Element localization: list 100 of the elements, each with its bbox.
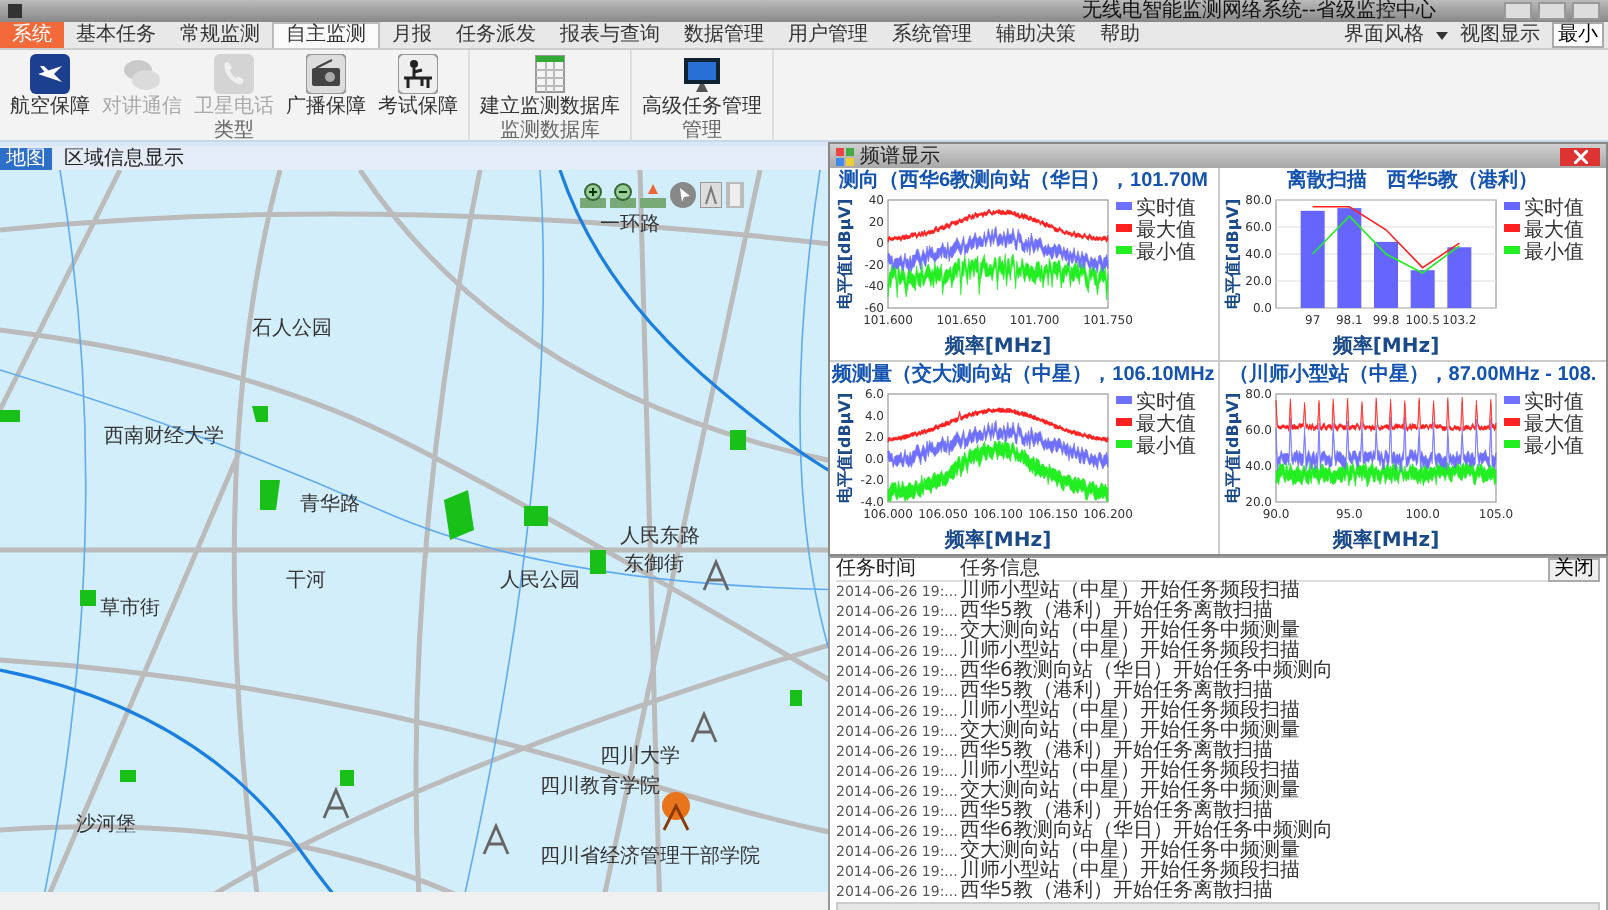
table-cell: 川师小型站（中星）开始任务频段扫描	[960, 862, 1300, 882]
antenna-tower-icon	[482, 822, 510, 856]
axis-title: 频率[MHz]	[944, 336, 1051, 358]
map-label: 草市街	[100, 598, 160, 620]
table-cell: 西华5教（港利）开始任务离散扫描	[960, 682, 1273, 702]
zoom-in-icon[interactable]	[580, 182, 606, 208]
park-area	[260, 480, 280, 510]
door-icon[interactable]	[726, 182, 744, 208]
legend-label: 最大值	[1524, 220, 1585, 242]
ribbon-tab[interactable]: 任务派发	[444, 22, 548, 48]
park-area	[120, 770, 136, 782]
maximize-button[interactable]	[1538, 2, 1566, 20]
tower-icon[interactable]	[700, 182, 722, 208]
ribbon-button[interactable]: 建立监测数据库	[476, 52, 624, 120]
table-cell: 交大测向站（中星）开始任务中频测量	[960, 782, 1300, 802]
table-cell: 西华5教（港利）开始任务离散扫描	[960, 602, 1273, 622]
style-menu[interactable]: 界面风格	[1340, 24, 1428, 46]
axis-title: 频率[MHz]	[1333, 336, 1440, 358]
ribbon-button[interactable]: 广播保障	[282, 52, 370, 120]
legend-label: 最大值	[1135, 220, 1196, 242]
ribbon-group-label: 管理	[682, 120, 722, 142]
park-area	[0, 410, 20, 422]
ribbon-button[interactable]: 考试保障	[374, 52, 462, 120]
ribbon-tab[interactable]: 数据管理	[672, 22, 776, 48]
ribbon-tab[interactable]: 系统管理	[880, 22, 984, 48]
zoom-out-icon[interactable]	[610, 182, 636, 208]
monitor-icon	[682, 54, 722, 94]
map-label: 青华路	[300, 494, 360, 516]
map-label: 人民东路	[620, 526, 700, 548]
antenna-tower-icon	[322, 786, 350, 820]
legend-label: 最小值	[1135, 242, 1196, 264]
table-cell: 交大测向站（中星）开始任务中频测量	[960, 622, 1300, 642]
chat-bubble-icon	[122, 54, 162, 94]
chart-title: 离散扫描 西华5教（港利）	[1286, 168, 1539, 194]
map-label: 四川大学	[600, 746, 680, 768]
table-cell: 西华5教（港利）开始任务离散扫描	[960, 882, 1273, 902]
ribbon-tab[interactable]: 辅助决策	[984, 22, 1088, 48]
map-label: 西南财经大学	[104, 426, 224, 448]
close-icon	[1573, 149, 1587, 163]
ribbon-tab[interactable]: 用户管理	[776, 22, 880, 48]
column-header: 任务信息	[960, 559, 1040, 579]
close-button[interactable]	[1560, 147, 1600, 165]
pointer-icon[interactable]	[670, 182, 696, 208]
legend-label: 实时值	[1524, 392, 1585, 414]
map-tab[interactable]: 地图	[0, 147, 52, 169]
minimize-ribbon-button[interactable]: 最小	[1552, 22, 1604, 48]
axis-title: 电平值[dBμV]	[1224, 198, 1243, 310]
park-area	[730, 430, 746, 450]
axis-title: 频率[MHz]	[1333, 530, 1440, 552]
table-cell: 川师小型站（中星）开始任务频段扫描	[960, 642, 1300, 662]
chart-title: 频测量（交大测向站（中星），106.10MHz	[832, 362, 1215, 388]
legend-label: 实时值	[1135, 198, 1196, 220]
window-title: 频谱显示	[860, 145, 940, 167]
ribbon-tab[interactable]: 月报	[380, 22, 444, 48]
table-cell: 川师小型站（中星）开始任务频段扫描	[960, 762, 1300, 782]
legend-label: 最小值	[1135, 436, 1196, 458]
close-button[interactable]	[1572, 2, 1600, 20]
close-button[interactable]: 关闭	[1548, 557, 1600, 581]
antenna-tower-icon	[690, 710, 718, 744]
park-area	[252, 406, 268, 422]
ribbon-tab[interactable]: 基本任务	[64, 22, 168, 48]
table-cell: 西华6教测向站（华日）开始任务中频测向	[960, 822, 1333, 842]
antenna-tower-icon	[702, 558, 730, 592]
legend-label: 最小值	[1524, 242, 1585, 264]
axis-title: 电平值[dBμV]	[1224, 392, 1243, 504]
map-label: 人民公园	[500, 570, 580, 592]
legend-label: 最大值	[1524, 414, 1585, 436]
ribbon-tab[interactable]: 报表与查询	[548, 22, 672, 48]
map-label: 石人公园	[252, 318, 332, 340]
caret-icon	[1436, 31, 1448, 39]
ribbon-tab[interactable]: 常规监测	[168, 22, 272, 48]
axis-title: 频率[MHz]	[944, 530, 1051, 552]
radio-icon	[306, 54, 346, 94]
ribbon-button[interactable]: 高级任务管理	[638, 52, 766, 120]
table-cell: 西华6教测向站（华日）开始任务中频测向	[960, 662, 1333, 682]
bar	[1301, 210, 1326, 308]
legend-label: 实时值	[1135, 392, 1196, 414]
table-cell: 西华5教（港利）开始任务离散扫描	[960, 802, 1273, 822]
ribbon-button[interactable]: 航空保障	[6, 52, 94, 120]
ribbon-group-label: 类型	[214, 120, 254, 142]
legend-label: 实时值	[1524, 198, 1585, 220]
map-label: 干河	[286, 570, 326, 592]
park-area	[524, 506, 548, 526]
chart-title: （川师小型站（中星），87.00MHz - 108.	[1228, 362, 1597, 388]
panel-title: 区域信息显示	[64, 147, 184, 169]
minimize-button[interactable]	[1504, 2, 1532, 20]
view-menu[interactable]: 视图显示	[1456, 24, 1544, 46]
table-cell: 川师小型站（中星）开始任务频段扫描	[960, 702, 1300, 722]
map-label: 沙河堡	[76, 814, 136, 836]
axis-title: 电平值[dBμV]	[835, 392, 854, 504]
bar	[1411, 270, 1436, 308]
telephone-icon	[214, 54, 254, 94]
column-header: 任务时间	[836, 559, 918, 579]
axis-title: 电平值[dBμV]	[835, 198, 854, 310]
ribbon-tab[interactable]: 帮助	[1088, 22, 1152, 48]
map-label: 四川教育学院	[540, 776, 660, 798]
app-icon	[8, 4, 22, 18]
chart-title: 测向（西华6教测向站（华日），101.70M	[839, 168, 1208, 194]
ribbon-tab[interactable]: 自主监测	[272, 22, 380, 48]
map-label: 四川省经济管理干部学院	[540, 846, 760, 868]
